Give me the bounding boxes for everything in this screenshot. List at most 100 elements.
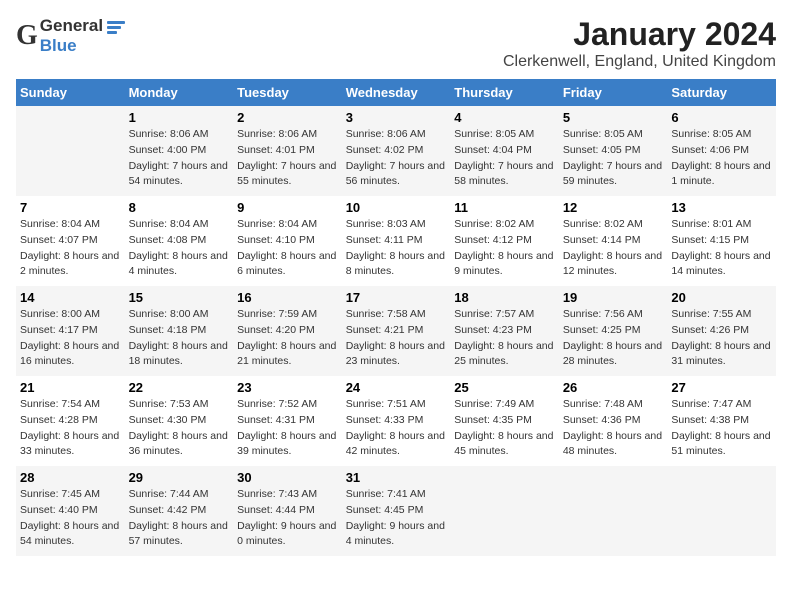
logo-stripe-2 — [107, 26, 121, 29]
calendar-cell: 19 Sunrise: 7:56 AMSunset: 4:25 PMDayligh… — [559, 286, 668, 376]
day-detail: Sunrise: 8:05 AMSunset: 4:06 PMDaylight:… — [671, 127, 772, 190]
day-detail: Sunrise: 8:02 AMSunset: 4:12 PMDaylight:… — [454, 217, 555, 280]
day-number: 10 — [346, 200, 447, 215]
day-number: 28 — [20, 470, 121, 485]
calendar-cell: 16 Sunrise: 7:59 AMSunset: 4:20 PMDayligh… — [233, 286, 342, 376]
calendar-cell — [559, 466, 668, 556]
calendar-cell: 18 Sunrise: 7:57 AMSunset: 4:23 PMDayligh… — [450, 286, 559, 376]
day-number: 12 — [563, 200, 664, 215]
calendar-cell: 20Sunrise: 7:55 AMSunset: 4:26 PMDayligh… — [667, 286, 776, 376]
day-number: 22 — [129, 380, 230, 395]
calendar-week-5: 28 Sunrise: 7:45 AMSunset: 4:40 PMDayligh… — [16, 466, 776, 556]
day-number: 1 — [129, 110, 230, 125]
calendar-cell: 28 Sunrise: 7:45 AMSunset: 4:40 PMDayligh… — [16, 466, 125, 556]
calendar-cell: 12 Sunrise: 8:02 AMSunset: 4:14 PMDayligh… — [559, 196, 668, 286]
calendar-cell: 2Sunrise: 8:06 AMSunset: 4:01 PMDaylight… — [233, 106, 342, 196]
logo-general: General — [40, 16, 103, 36]
day-detail: Sunrise: 7:59 AMSunset: 4:20 PMDaylight:… — [237, 307, 338, 370]
day-detail: Sunrise: 8:06 AMSunset: 4:02 PMDaylight:… — [346, 127, 447, 190]
day-number: 5 — [563, 110, 664, 125]
calendar-week-2: 7 Sunrise: 8:04 AMSunset: 4:07 PMDaylight… — [16, 196, 776, 286]
header-friday: Friday — [559, 79, 668, 106]
calendar-cell: 25 Sunrise: 7:49 AMSunset: 4:35 PMDayligh… — [450, 376, 559, 466]
day-number: 26 — [563, 380, 664, 395]
day-detail: Sunrise: 7:53 AMSunset: 4:30 PMDaylight:… — [129, 397, 230, 460]
day-detail: Sunrise: 8:00 AMSunset: 4:17 PMDaylight:… — [20, 307, 121, 370]
day-detail: Sunrise: 7:56 AMSunset: 4:25 PMDaylight:… — [563, 307, 664, 370]
day-number: 6 — [671, 110, 772, 125]
day-number: 3 — [346, 110, 447, 125]
day-detail: Sunrise: 8:02 AMSunset: 4:14 PMDaylight:… — [563, 217, 664, 280]
day-number: 25 — [454, 380, 555, 395]
day-detail: Sunrise: 8:01 AMSunset: 4:15 PMDaylight:… — [671, 217, 772, 280]
day-detail: Sunrise: 7:49 AMSunset: 4:35 PMDaylight:… — [454, 397, 555, 460]
day-detail: Sunrise: 7:54 AMSunset: 4:28 PMDaylight:… — [20, 397, 121, 460]
page-header: G General Blue January 2024 Clerkenwell,… — [16, 16, 776, 71]
day-detail: Sunrise: 7:57 AMSunset: 4:23 PMDaylight:… — [454, 307, 555, 370]
calendar-cell: 24Sunrise: 7:51 AMSunset: 4:33 PMDayligh… — [342, 376, 451, 466]
day-number: 20 — [671, 290, 772, 305]
day-number: 18 — [454, 290, 555, 305]
day-detail: Sunrise: 8:04 AMSunset: 4:07 PMDaylight:… — [20, 217, 121, 280]
header-thursday: Thursday — [450, 79, 559, 106]
calendar-cell: 11 Sunrise: 8:02 AMSunset: 4:12 PMDayligh… — [450, 196, 559, 286]
calendar-cell: 30 Sunrise: 7:43 AMSunset: 4:44 PMDayligh… — [233, 466, 342, 556]
calendar-cell: 22 Sunrise: 7:53 AMSunset: 4:30 PMDayligh… — [125, 376, 234, 466]
calendar-header-row: SundayMondayTuesdayWednesdayThursdayFrid… — [16, 79, 776, 106]
day-number: 16 — [237, 290, 338, 305]
calendar-cell: 10Sunrise: 8:03 AMSunset: 4:11 PMDayligh… — [342, 196, 451, 286]
calendar-cell — [667, 466, 776, 556]
calendar-cell: 3 Sunrise: 8:06 AMSunset: 4:02 PMDaylight… — [342, 106, 451, 196]
calendar-cell: 26Sunrise: 7:48 AMSunset: 4:36 PMDayligh… — [559, 376, 668, 466]
header-sunday: Sunday — [16, 79, 125, 106]
day-number: 30 — [237, 470, 338, 485]
logo-stripe-1 — [107, 21, 125, 24]
calendar-table: SundayMondayTuesdayWednesdayThursdayFrid… — [16, 79, 776, 556]
day-number: 13 — [671, 200, 772, 215]
day-number: 2 — [237, 110, 338, 125]
day-number: 15 — [129, 290, 230, 305]
header-monday: Monday — [125, 79, 234, 106]
page-title: January 2024 — [503, 16, 776, 53]
calendar-cell: 17Sunrise: 7:58 AMSunset: 4:21 PMDayligh… — [342, 286, 451, 376]
calendar-cell: 27Sunrise: 7:47 AMSunset: 4:38 PMDayligh… — [667, 376, 776, 466]
day-number: 11 — [454, 200, 555, 215]
day-number: 24 — [346, 380, 447, 395]
page-subtitle: Clerkenwell, England, United Kingdom — [503, 53, 776, 71]
calendar-cell: 9Sunrise: 8:04 AMSunset: 4:10 PMDaylight… — [233, 196, 342, 286]
day-number: 21 — [20, 380, 121, 395]
day-number: 19 — [563, 290, 664, 305]
calendar-week-1: 1 Sunrise: 8:06 AMSunset: 4:00 PMDaylight… — [16, 106, 776, 196]
day-detail: Sunrise: 8:00 AMSunset: 4:18 PMDaylight:… — [129, 307, 230, 370]
logo-g: G — [16, 20, 38, 51]
calendar-cell — [450, 466, 559, 556]
calendar-cell: 14Sunrise: 8:00 AMSunset: 4:17 PMDayligh… — [16, 286, 125, 376]
day-detail: Sunrise: 8:04 AMSunset: 4:08 PMDaylight:… — [129, 217, 230, 280]
logo-stripe-3 — [107, 31, 117, 34]
calendar-cell: 31Sunrise: 7:41 AMSunset: 4:45 PMDayligh… — [342, 466, 451, 556]
day-detail: Sunrise: 7:45 AMSunset: 4:40 PMDaylight:… — [20, 487, 121, 550]
header-wednesday: Wednesday — [342, 79, 451, 106]
calendar-week-3: 14Sunrise: 8:00 AMSunset: 4:17 PMDayligh… — [16, 286, 776, 376]
calendar-cell: 8Sunrise: 8:04 AMSunset: 4:08 PMDaylight… — [125, 196, 234, 286]
calendar-cell: 6 Sunrise: 8:05 AMSunset: 4:06 PMDaylight… — [667, 106, 776, 196]
calendar-cell: 23 Sunrise: 7:52 AMSunset: 4:31 PMDayligh… — [233, 376, 342, 466]
day-detail: Sunrise: 7:58 AMSunset: 4:21 PMDaylight:… — [346, 307, 447, 370]
day-detail: Sunrise: 7:52 AMSunset: 4:31 PMDaylight:… — [237, 397, 338, 460]
day-number: 23 — [237, 380, 338, 395]
day-detail: Sunrise: 7:43 AMSunset: 4:44 PMDaylight:… — [237, 487, 338, 550]
calendar-cell: 4 Sunrise: 8:05 AMSunset: 4:04 PMDaylight… — [450, 106, 559, 196]
day-detail: Sunrise: 7:44 AMSunset: 4:42 PMDaylight:… — [129, 487, 230, 550]
header-saturday: Saturday — [667, 79, 776, 106]
day-detail: Sunrise: 8:05 AMSunset: 4:05 PMDaylight:… — [563, 127, 664, 190]
day-detail: Sunrise: 7:47 AMSunset: 4:38 PMDaylight:… — [671, 397, 772, 460]
day-detail: Sunrise: 8:06 AMSunset: 4:00 PMDaylight:… — [129, 127, 230, 190]
calendar-week-4: 21 Sunrise: 7:54 AMSunset: 4:28 PMDayligh… — [16, 376, 776, 466]
day-detail: Sunrise: 8:05 AMSunset: 4:04 PMDaylight:… — [454, 127, 555, 190]
header-tuesday: Tuesday — [233, 79, 342, 106]
day-number: 4 — [454, 110, 555, 125]
calendar-cell: 15 Sunrise: 8:00 AMSunset: 4:18 PMDayligh… — [125, 286, 234, 376]
day-number: 7 — [20, 200, 121, 215]
calendar-cell: 5 Sunrise: 8:05 AMSunset: 4:05 PMDaylight… — [559, 106, 668, 196]
day-detail: Sunrise: 7:41 AMSunset: 4:45 PMDaylight:… — [346, 487, 447, 550]
